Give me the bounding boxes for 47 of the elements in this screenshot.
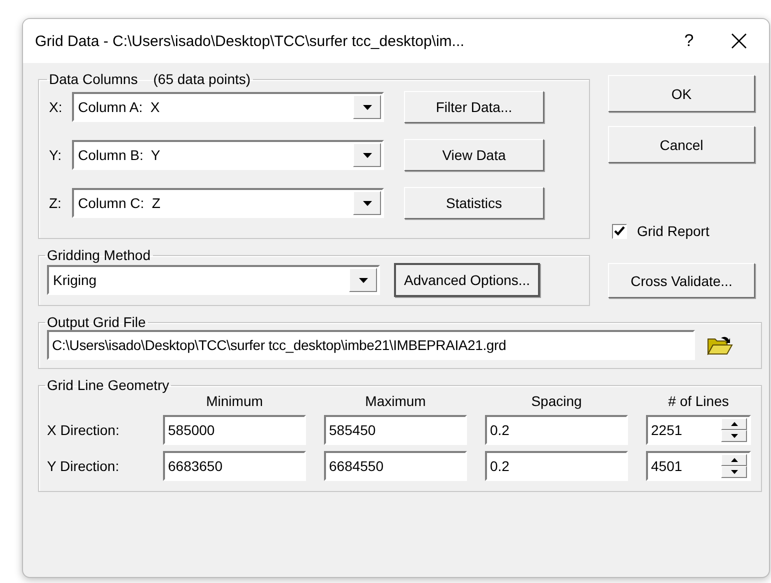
maximum-field[interactable]: 6684550 bbox=[324, 451, 467, 481]
lines-spinbox[interactable]: 4501 bbox=[646, 451, 751, 481]
column-header: Maximum bbox=[364, 393, 427, 409]
axis-label: X: bbox=[49, 99, 64, 115]
column-dropdown[interactable]: Column B: Y bbox=[72, 140, 384, 170]
row-label: X Direction: bbox=[47, 422, 120, 438]
caret-icon bbox=[358, 278, 368, 282]
spin-up-icon[interactable] bbox=[721, 454, 747, 466]
maximum-field[interactable]: 585450 bbox=[324, 415, 467, 445]
data-button[interactable]: View Data bbox=[404, 139, 544, 171]
axis-label: Y: bbox=[49, 147, 62, 163]
folder-icon[interactable] bbox=[707, 335, 733, 355]
spacing-field[interactable]: 0.2 bbox=[485, 415, 628, 445]
column-header: # of Lines bbox=[667, 393, 730, 409]
group-title: Data Columns (65 data points) bbox=[48, 71, 252, 87]
method-dropdown[interactable]: Kriging bbox=[47, 265, 380, 295]
data-button[interactable]: Filter Data... bbox=[404, 91, 544, 123]
checkbox[interactable] bbox=[612, 224, 627, 238]
caret-icon bbox=[362, 152, 372, 158]
spacing-field[interactable]: 0.2 bbox=[485, 451, 628, 481]
group-title: Gridding Method bbox=[46, 247, 152, 263]
help-button[interactable]: ? bbox=[669, 31, 709, 51]
ok-button[interactable]: OK bbox=[608, 75, 755, 112]
column-dropdown[interactable]: Column C: Z bbox=[72, 188, 384, 218]
column-header: Minimum bbox=[205, 393, 264, 409]
row-label: Y Direction: bbox=[47, 458, 120, 474]
group-title: Output Grid File bbox=[46, 314, 147, 330]
spin-down-icon[interactable] bbox=[721, 466, 747, 478]
advanced-options-button[interactable]: Advanced Options... bbox=[394, 263, 540, 297]
group-title: Grid Line Geometry bbox=[46, 377, 170, 393]
lines-spinbox[interactable]: 2251 bbox=[646, 415, 751, 445]
caret-icon bbox=[362, 104, 372, 110]
axis-label: Z: bbox=[49, 195, 62, 211]
cancel-button[interactable]: Cancel bbox=[608, 126, 755, 163]
file-path-field[interactable]: C:\Users\isado\Desktop\TCC\surfer tcc_desktop\imbe21\IMBEPRAIA21.grd bbox=[47, 330, 695, 360]
spin-up-icon[interactable] bbox=[721, 418, 747, 430]
column-dropdown[interactable]: Column A: X bbox=[72, 92, 384, 122]
column-header: Spacing bbox=[530, 393, 583, 409]
minimum-field[interactable]: 6683650 bbox=[163, 451, 306, 481]
spin-down-icon[interactable] bbox=[721, 430, 747, 442]
checkbox-label: Grid Report bbox=[637, 223, 710, 239]
caret-icon bbox=[362, 200, 372, 206]
window-title: Grid Data - C:\Users\isado\Desktop\TCC\surfer tcc_desktop\im... bbox=[35, 32, 466, 50]
cross-validate-button[interactable]: Cross Validate... bbox=[608, 263, 755, 298]
data-button[interactable]: Statistics bbox=[404, 187, 544, 219]
close-icon[interactable] bbox=[731, 33, 747, 49]
minimum-field[interactable]: 585000 bbox=[163, 415, 306, 445]
